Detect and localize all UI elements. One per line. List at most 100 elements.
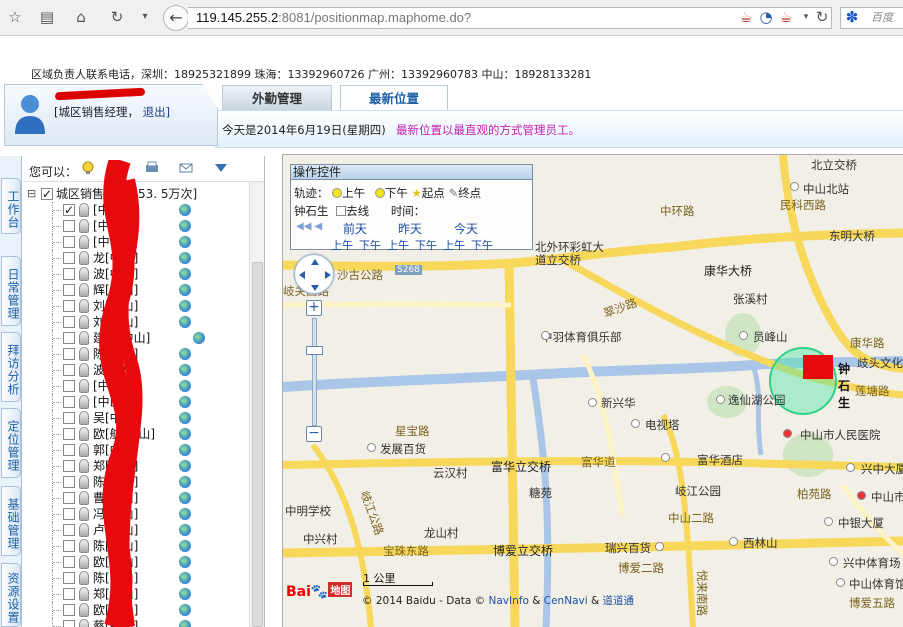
half-day-am-2[interactable]: 上午 xyxy=(387,237,409,253)
daodao-link[interactable]: 道道通 xyxy=(603,595,635,607)
mail-icon[interactable] xyxy=(179,161,193,175)
poi-marker[interactable] xyxy=(716,395,725,404)
locate-globe-icon[interactable] xyxy=(179,588,191,600)
locate-globe-icon[interactable] xyxy=(179,428,191,440)
tree-scroll-thumb[interactable] xyxy=(252,262,263,627)
tree-row[interactable]: 郑[中山] xyxy=(23,586,249,602)
filter-icon[interactable] xyxy=(214,161,228,175)
poi-marker[interactable] xyxy=(588,398,597,407)
tree-row[interactable]: 陈[中山] xyxy=(23,538,249,554)
locate-globe-icon[interactable] xyxy=(179,412,191,424)
employee-checkbox[interactable] xyxy=(63,412,75,424)
tree-row[interactable]: 冯[中山] xyxy=(23,506,249,522)
tree-row[interactable]: 龙[中山] xyxy=(23,250,249,266)
half-day-am-1[interactable]: 上午 xyxy=(331,237,353,253)
dropdown-icon[interactable]: ▾ xyxy=(136,8,154,26)
locate-globe-icon[interactable] xyxy=(179,540,191,552)
employee-checkbox[interactable] xyxy=(63,348,75,360)
employee-checkbox[interactable] xyxy=(63,540,75,552)
nav-location[interactable]: 定位管理 xyxy=(1,408,21,478)
locate-globe-icon[interactable] xyxy=(179,204,191,216)
locate-globe-icon[interactable] xyxy=(179,364,191,376)
employee-checkbox[interactable] xyxy=(63,202,75,218)
half-day-pm-3[interactable]: 下午 xyxy=(471,237,493,253)
employee-checkbox[interactable] xyxy=(63,332,75,344)
locate-globe-icon[interactable] xyxy=(179,316,191,328)
zoom-slider-thumb[interactable] xyxy=(306,346,323,355)
locate-globe-icon[interactable] xyxy=(179,604,191,616)
locate-globe-icon[interactable] xyxy=(179,620,191,627)
tree-row[interactable]: 波[惠州] xyxy=(23,362,249,378)
locate-globe-icon[interactable] xyxy=(179,476,191,488)
tree-row[interactable]: 陈[中山] xyxy=(23,570,249,586)
tree-scrollbar[interactable] xyxy=(249,182,264,627)
employee-checkbox[interactable] xyxy=(63,300,75,312)
tree-row[interactable]: 欧[中山] xyxy=(23,554,249,570)
employee-checkbox[interactable] xyxy=(63,572,75,584)
pan-arrows-icon[interactable] xyxy=(295,255,335,295)
tree-row[interactable]: 陈[中山] xyxy=(23,474,249,490)
tab-latest-position[interactable]: 最新位置 xyxy=(340,85,448,110)
poi-marker[interactable] xyxy=(739,331,748,340)
nav-resources[interactable]: 资源设置 xyxy=(1,563,21,627)
tree-row[interactable]: 卢[中山] xyxy=(23,522,249,538)
poi-marker[interactable] xyxy=(836,578,845,587)
tree-collapse-icon[interactable]: ⊟ xyxy=(27,186,36,202)
tree-row[interactable]: [中山] xyxy=(23,234,249,250)
printer-icon[interactable] xyxy=(145,161,159,175)
tree-row[interactable]: 建航[中山] xyxy=(23,330,249,346)
zoom-slider[interactable] xyxy=(312,318,317,426)
employee-checkbox[interactable] xyxy=(63,364,75,376)
employee-checkbox[interactable] xyxy=(63,444,75,456)
poi-marker[interactable] xyxy=(655,542,664,551)
employee-checkbox[interactable] xyxy=(63,284,75,296)
tree-row[interactable]: 吴[中山] xyxy=(23,410,249,426)
employee-checkbox[interactable] xyxy=(63,268,75,280)
employee-checkbox[interactable] xyxy=(63,460,75,472)
root-checkbox[interactable] xyxy=(41,186,53,202)
tree-row[interactable]: 波[中山] xyxy=(23,266,249,282)
poi-marker[interactable] xyxy=(857,491,866,500)
reload-icon[interactable]: ↻ xyxy=(813,8,831,26)
poi-marker[interactable] xyxy=(824,517,833,526)
person-location-marker[interactable] xyxy=(803,355,833,379)
employee-checkbox[interactable] xyxy=(63,620,75,627)
employee-checkbox[interactable] xyxy=(63,604,75,616)
prev-arrows-icon[interactable]: ◀◀ ◀ xyxy=(296,221,322,232)
half-day-pm-1[interactable]: 下午 xyxy=(359,237,381,253)
tree-row[interactable]: 刘[中山] xyxy=(23,314,249,330)
poi-marker[interactable] xyxy=(790,182,799,191)
locate-globe-icon[interactable] xyxy=(179,348,191,360)
locate-globe-icon[interactable] xyxy=(193,332,205,344)
pm-legend[interactable]: 下午 xyxy=(385,186,408,200)
locate-globe-icon[interactable] xyxy=(179,380,191,392)
locate-globe-icon[interactable] xyxy=(179,396,191,408)
employee-checkbox[interactable] xyxy=(63,492,75,504)
poi-marker[interactable] xyxy=(829,557,838,566)
nav-workbench[interactable]: 工作台 xyxy=(1,178,21,234)
half-day-pm-2[interactable]: 下午 xyxy=(415,237,437,253)
poi-marker[interactable] xyxy=(729,537,738,546)
employee-checkbox[interactable] xyxy=(63,396,75,408)
employee-checkbox[interactable] xyxy=(63,556,75,568)
tree-row[interactable]: 蔡[中山] xyxy=(23,618,249,627)
start-legend[interactable]: 起点 xyxy=(422,186,445,200)
locate-globe-icon[interactable] xyxy=(179,220,191,232)
tree-row[interactable]: [中山] xyxy=(23,378,249,394)
employee-checkbox[interactable] xyxy=(63,236,75,248)
tree-row[interactable]: 郑[中山] xyxy=(23,458,249,474)
employee-checkbox[interactable] xyxy=(63,508,75,520)
locate-globe-icon[interactable] xyxy=(179,252,191,264)
day-before-yesterday[interactable]: 前天 xyxy=(343,220,367,237)
poi-marker[interactable] xyxy=(631,419,640,428)
locate-globe-icon[interactable] xyxy=(179,524,191,536)
locate-globe-icon[interactable] xyxy=(179,284,191,296)
poi-marker[interactable] xyxy=(367,443,376,452)
navinfo-link[interactable]: NavInfo xyxy=(489,595,529,607)
cennavi-link[interactable]: CenNavi xyxy=(544,595,588,607)
locate-globe-icon[interactable] xyxy=(179,572,191,584)
am-legend[interactable]: 上午 xyxy=(342,186,365,200)
yesterday[interactable]: 昨天 xyxy=(398,220,422,237)
locate-globe-icon[interactable] xyxy=(179,236,191,248)
employee-checkbox[interactable] xyxy=(63,428,75,440)
